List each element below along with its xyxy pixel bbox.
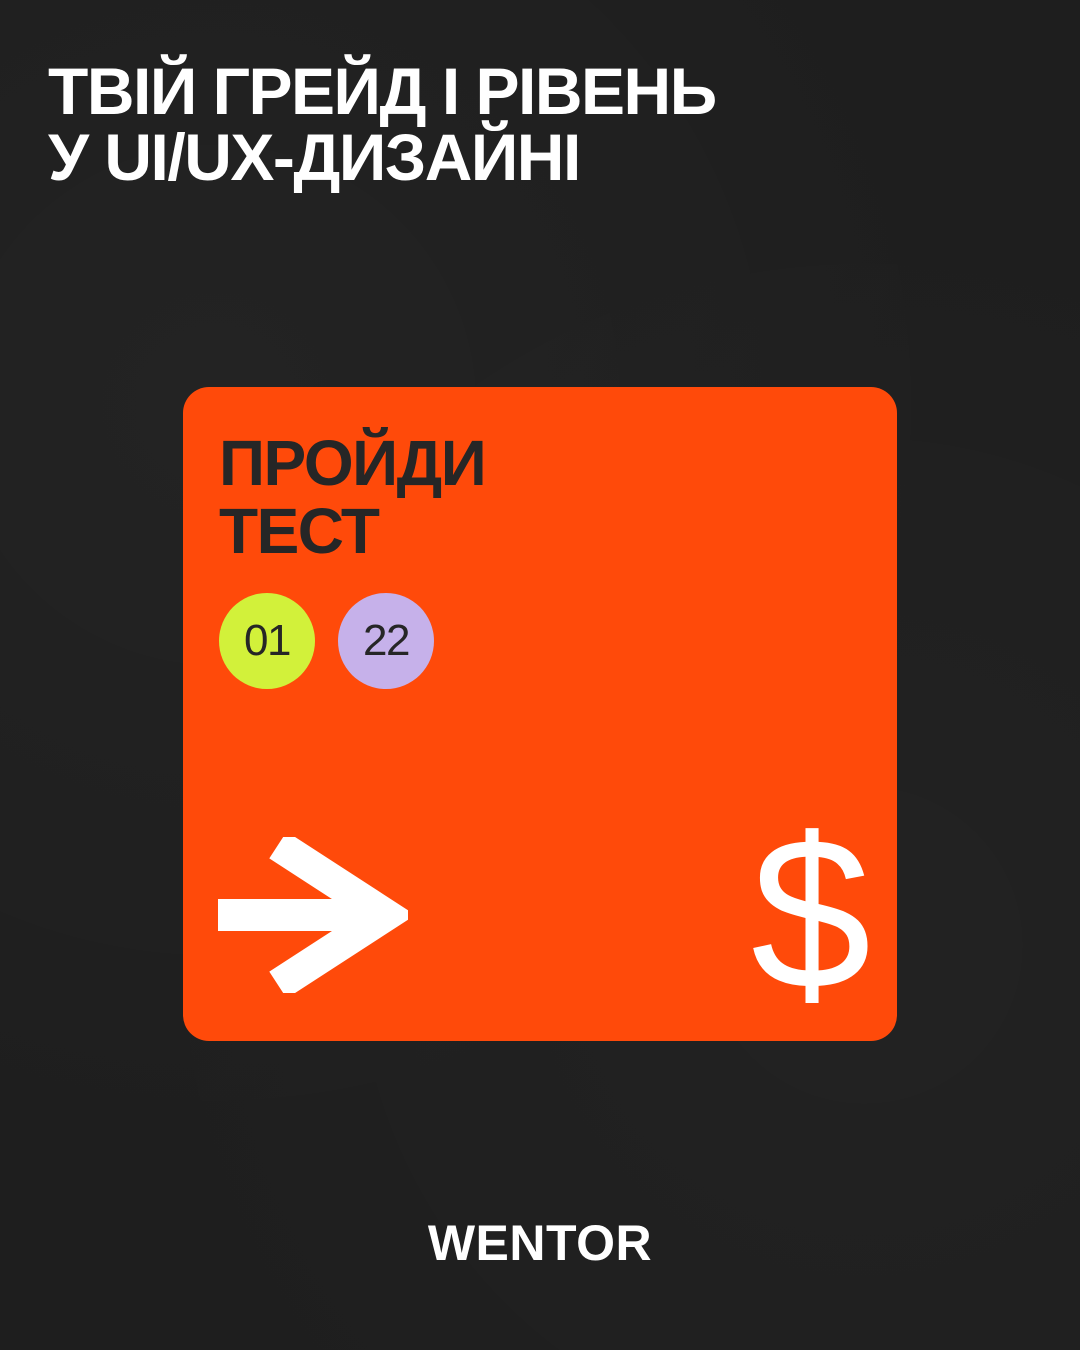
arrow-right-icon — [218, 837, 408, 993]
headline-line-1: ТВІЙ ГРЕЙД І РІВЕНЬ — [48, 54, 717, 128]
dollar-icon: $ — [750, 792, 871, 1034]
card-title-line-2: ТЕСТ — [219, 495, 380, 567]
badge-22: 22 — [338, 593, 434, 689]
badge-01: 01 — [219, 593, 315, 689]
take-test-card[interactable]: ПРОЙДИ ТЕСТ 01 22 $ — [183, 387, 897, 1041]
card-title: ПРОЙДИ ТЕСТ — [219, 427, 487, 567]
headline-line-2: У UI/UX-ДИЗАЙНІ — [48, 120, 581, 194]
wentor-logo: WENTOR — [427, 1215, 653, 1271]
headline: ТВІЙ ГРЕЙД І РІВЕНЬ У UI/UX-ДИЗАЙНІ — [48, 54, 717, 194]
card-title-line-1: ПРОЙДИ — [219, 427, 487, 499]
